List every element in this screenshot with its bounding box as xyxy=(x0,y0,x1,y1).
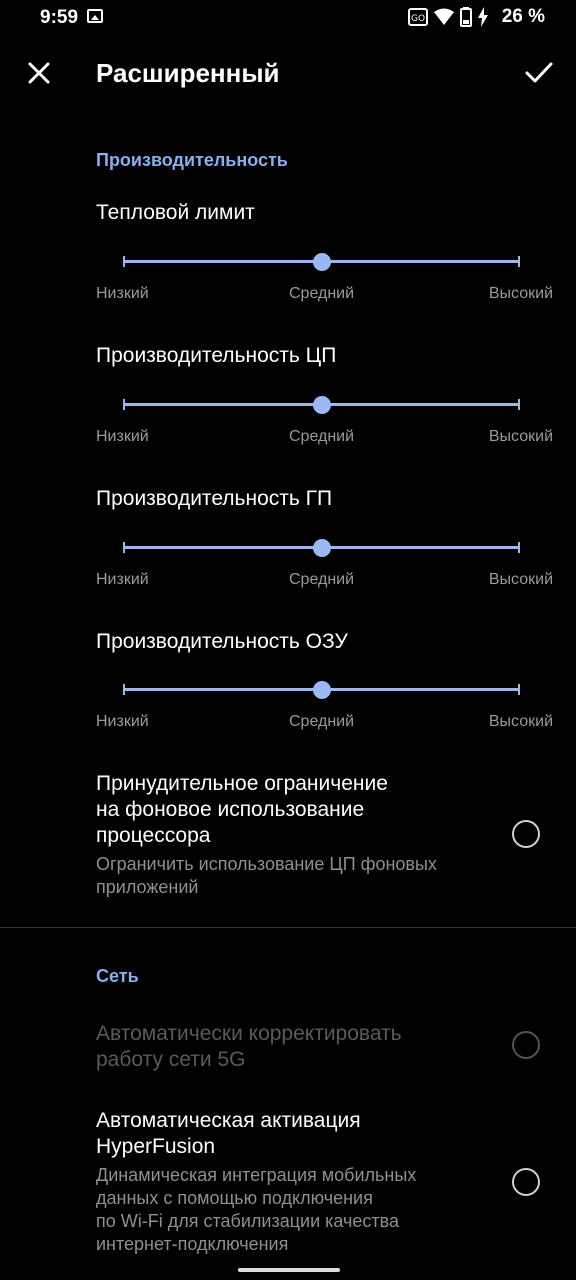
thermal-limit-title: Тепловой лимит xyxy=(96,201,255,224)
thermal-limit-labels: Низкий Средний Высокий xyxy=(96,285,556,307)
slider-tick xyxy=(123,399,125,410)
cpu-performance-slider[interactable] xyxy=(123,393,520,417)
desc-line: приложений xyxy=(96,877,199,897)
label-high: Высокий xyxy=(488,285,553,302)
gpu-performance-labels: Низкий Средний Высокий xyxy=(96,571,556,593)
desc-line: Динамическая интеграция мобильных xyxy=(96,1165,417,1185)
row-title: Автоматически корректировать работу сети… xyxy=(96,1021,486,1073)
label-mid: Средний xyxy=(289,285,355,302)
screen: 9:59 GO 26 % Расширенный Производительно… xyxy=(0,0,576,1280)
row-title: Автоматическая активация HyperFusion xyxy=(96,1108,486,1160)
thermal-limit-slider[interactable] xyxy=(123,250,520,274)
slider-tick xyxy=(518,256,520,267)
slider-tick xyxy=(518,542,520,553)
close-icon[interactable] xyxy=(22,56,56,90)
row-title: Принудительное ограничение на фоновое ис… xyxy=(96,771,486,849)
slider-thumb[interactable] xyxy=(312,681,331,699)
app-bar: Расширенный xyxy=(0,44,576,104)
check-icon[interactable] xyxy=(522,56,556,90)
label-mid: Средний xyxy=(289,571,355,588)
image-icon xyxy=(87,9,103,23)
hyperfusion-checkbox[interactable] xyxy=(512,1168,540,1196)
slider-tick xyxy=(123,256,125,267)
gpu-performance-slider[interactable] xyxy=(123,536,520,560)
wifi-icon xyxy=(433,8,454,25)
label-mid: Средний xyxy=(289,428,355,445)
slider-thumb[interactable] xyxy=(312,253,331,271)
label-high: Высокий xyxy=(488,713,553,730)
cpu-performance-labels: Низкий Средний Высокий xyxy=(96,428,556,450)
bolt-icon xyxy=(477,7,488,27)
desc-line: данных с помощью подключения xyxy=(96,1188,373,1208)
label-low: Низкий xyxy=(96,571,149,588)
row-description: Динамическая интеграция мобильных данных… xyxy=(96,1164,496,1256)
status-icons: GO 26 % xyxy=(407,6,545,28)
ram-performance-title: Производительность ОЗУ xyxy=(96,630,348,653)
label-low: Низкий xyxy=(96,285,149,302)
auto-5g-checkbox[interactable] xyxy=(512,1031,540,1059)
divider xyxy=(0,927,576,928)
desc-line: интернет-подключения xyxy=(96,1234,289,1254)
cpu-performance-title: Производительность ЦП xyxy=(96,344,337,367)
status-bar: 9:59 GO 26 % xyxy=(0,0,576,36)
page-title: Расширенный xyxy=(96,58,280,88)
svg-text:GO: GO xyxy=(411,14,425,24)
battery-percent: 26 % xyxy=(501,6,545,27)
ram-performance-slider[interactable] xyxy=(123,678,520,702)
slider-thumb[interactable] xyxy=(312,539,331,557)
section-header-performance: Производительность xyxy=(96,150,288,170)
title-line: на фоновое использование xyxy=(96,798,365,821)
background-limit-checkbox[interactable] xyxy=(512,820,540,848)
gpu-performance-title: Производительность ГП xyxy=(96,487,333,510)
home-indicator[interactable] xyxy=(238,1268,340,1272)
slider-tick xyxy=(518,399,520,410)
status-time: 9:59 xyxy=(40,7,79,28)
desc-line: по Wi-Fi для стабилизации качества xyxy=(96,1211,400,1231)
label-low: Низкий xyxy=(96,428,149,445)
label-mid: Средний xyxy=(289,713,355,730)
data-saver-icon: GO xyxy=(407,8,428,26)
slider-tick xyxy=(518,684,520,695)
slider-thumb[interactable] xyxy=(312,396,331,414)
desc-line: Ограничить использование ЦП фоновых xyxy=(96,854,437,874)
label-high: Высокий xyxy=(488,571,553,588)
title-line: Автоматически корректировать xyxy=(96,1022,402,1045)
ram-performance-labels: Низкий Средний Высокий xyxy=(96,713,556,735)
title-line: Принудительное ограничение xyxy=(96,772,388,795)
slider-tick xyxy=(123,542,125,553)
section-header-network: Сеть xyxy=(96,966,139,986)
label-low: Низкий xyxy=(96,713,149,730)
row-description: Ограничить использование ЦП фоновых прил… xyxy=(96,853,496,899)
slider-tick xyxy=(123,684,125,695)
title-line: процессора xyxy=(96,824,211,847)
title-line: HyperFusion xyxy=(96,1135,216,1158)
title-line: работу сети 5G xyxy=(96,1048,246,1071)
battery-icon xyxy=(459,7,472,27)
label-high: Высокий xyxy=(488,428,553,445)
title-line: Автоматическая активация xyxy=(96,1109,361,1132)
